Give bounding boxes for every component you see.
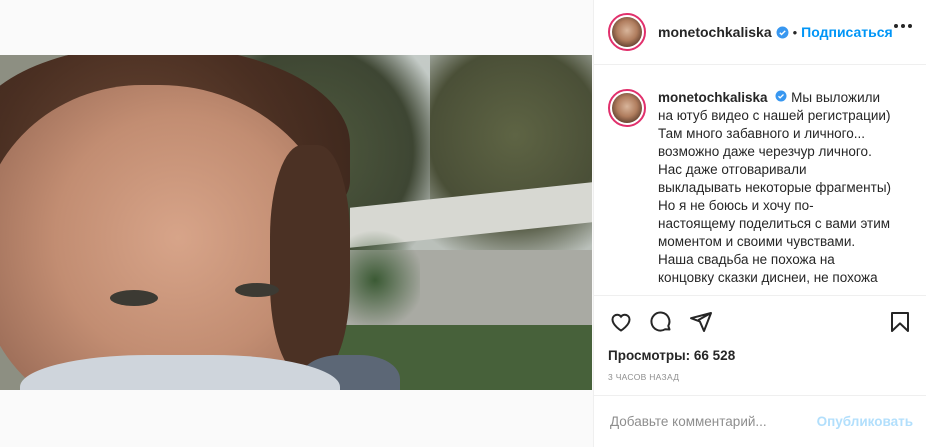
- post-caption: monetochkaliska Мы выложили на ютуб виде…: [658, 89, 908, 295]
- view-count[interactable]: Просмотры: 66 528: [608, 348, 913, 363]
- caption-text: Мы выложили: [791, 90, 881, 105]
- caption-text: Нас даже отговаривали: [658, 162, 807, 177]
- post-side-panel: monetochkaliska • Подписаться monetochka…: [593, 0, 926, 447]
- post-header: monetochkaliska • Подписаться: [594, 0, 926, 65]
- caption-text: моментом и своими чувствами.: [658, 234, 856, 249]
- bookmark-icon[interactable]: [887, 309, 913, 335]
- caption-username[interactable]: monetochkaliska: [658, 90, 768, 105]
- post-actions: Просмотры: 66 528 3 часов назад: [594, 295, 926, 395]
- add-comment-form: Опубликовать: [594, 395, 926, 447]
- post-video[interactable]: [0, 55, 592, 390]
- header-username[interactable]: monetochkaliska: [658, 24, 772, 40]
- views-value: 66 528: [693, 348, 736, 363]
- comment-icon[interactable]: [648, 309, 674, 335]
- verified-badge-icon: [775, 90, 787, 102]
- caption-avatar[interactable]: [608, 89, 646, 127]
- caption-scroll-area[interactable]: monetochkaliska Мы выложили на ютуб виде…: [594, 65, 926, 295]
- heart-icon[interactable]: [608, 309, 634, 335]
- caption-text: выкладывать некоторые фрагменты): [658, 180, 892, 195]
- separator-dot: •: [792, 24, 798, 40]
- comment-input[interactable]: [610, 414, 817, 429]
- views-label: Просмотры:: [608, 348, 691, 363]
- post-timestamp[interactable]: 3 часов назад: [608, 372, 913, 382]
- publish-button[interactable]: Опубликовать: [817, 414, 913, 429]
- caption-text: Там много забавного и личного...: [658, 126, 866, 141]
- caption-text: настоящему поделиться с вами этим: [658, 216, 891, 231]
- caption-text: концовку сказки диснеи, не похожа: [658, 270, 878, 285]
- share-icon[interactable]: [688, 309, 714, 335]
- more-options-icon[interactable]: [894, 24, 912, 28]
- caption-text: Наша свадьба не похожа на: [658, 252, 835, 267]
- verified-badge-icon: [776, 26, 789, 39]
- avatar[interactable]: [608, 13, 646, 51]
- follow-button[interactable]: Подписаться: [801, 24, 893, 40]
- caption-text: на ютуб видео с нашей регистрации): [658, 108, 891, 123]
- video-frame: [0, 55, 592, 390]
- caption-text: Но я не боюсь и хочу по-: [658, 198, 814, 213]
- caption-text: возможно даже черезчур личного.: [658, 144, 872, 159]
